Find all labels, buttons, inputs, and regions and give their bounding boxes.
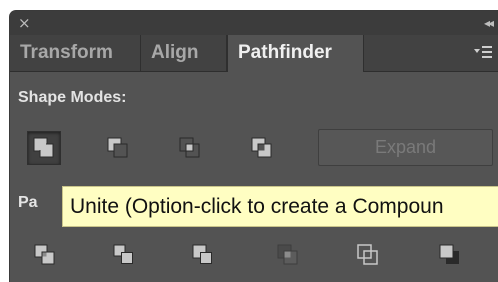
intersect-icon xyxy=(179,137,201,159)
outline-button[interactable] xyxy=(352,239,384,271)
trim-button[interactable] xyxy=(108,239,140,271)
divide-icon xyxy=(34,244,56,266)
merge-icon xyxy=(192,244,214,266)
merge-button[interactable] xyxy=(187,239,219,271)
panel-tabbar: Transform Align Pathfinder xyxy=(10,35,498,72)
tooltip: Unite (Option-click to create a Compoun xyxy=(62,186,498,227)
close-icon[interactable]: × xyxy=(18,14,31,32)
tab-pathfinder[interactable]: Pathfinder xyxy=(227,35,364,72)
trim-icon xyxy=(113,244,135,266)
pathfinders-label: Pa xyxy=(18,194,38,211)
exclude-icon xyxy=(251,137,273,159)
collapse-panel-icon[interactable]: ◂◂ xyxy=(484,14,494,32)
crop-icon xyxy=(277,244,299,266)
minus-front-button[interactable] xyxy=(101,131,135,165)
minus-back-icon xyxy=(439,244,461,266)
crop-button[interactable] xyxy=(272,239,304,271)
minus-back-button[interactable] xyxy=(434,239,466,271)
exclude-button[interactable] xyxy=(245,131,279,165)
panel-menu-icon[interactable] xyxy=(474,45,492,59)
shape-modes-label: Shape Modes: xyxy=(18,89,127,106)
intersect-button[interactable] xyxy=(173,131,207,165)
tab-align[interactable]: Align xyxy=(141,35,227,71)
expand-button: Expand xyxy=(318,129,493,166)
tab-transform[interactable]: Transform xyxy=(10,35,141,71)
minus-front-icon xyxy=(107,137,129,159)
panel-titlebar: × ◂◂ xyxy=(10,11,498,35)
divide-button[interactable] xyxy=(29,239,61,271)
outline-icon xyxy=(357,244,379,266)
pathfinder-panel: × ◂◂ Transform Align Pathfinder Shape Mo… xyxy=(9,10,498,282)
unite-button[interactable] xyxy=(27,131,61,165)
unite-icon xyxy=(33,137,55,159)
